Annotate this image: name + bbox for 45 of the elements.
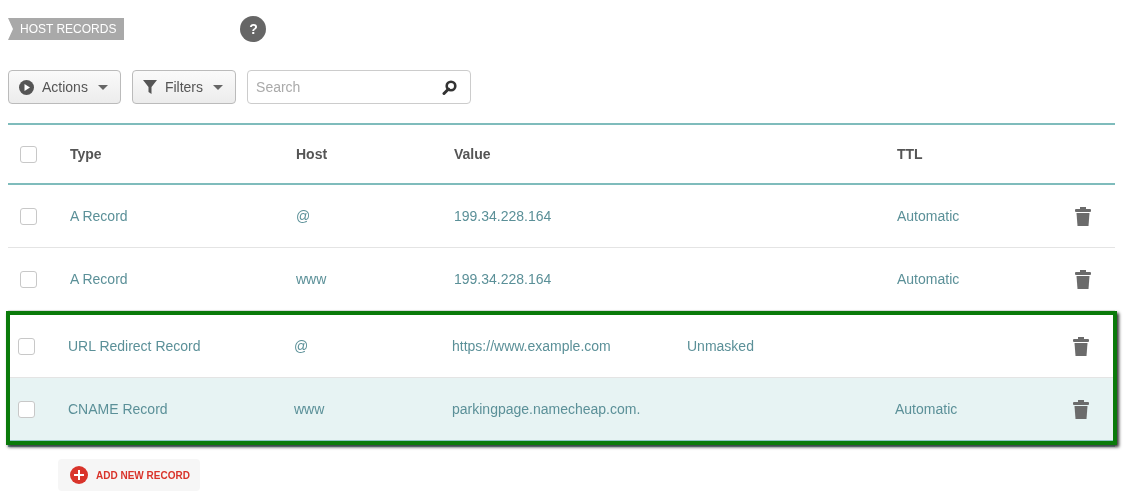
filters-button[interactable]: Filters xyxy=(131,70,237,104)
table-cell-text: @ xyxy=(296,208,312,224)
delete-button[interactable] xyxy=(1073,336,1089,356)
delete-button[interactable] xyxy=(1075,269,1091,289)
column-header: TTL xyxy=(897,146,924,162)
checkbox[interactable] xyxy=(20,270,37,288)
checkbox[interactable] xyxy=(20,145,37,163)
plus-icon xyxy=(70,466,88,484)
table-cell-text: Automatic xyxy=(897,271,961,287)
funnel-icon xyxy=(142,80,157,94)
column-header: Value xyxy=(454,146,492,162)
delete-button[interactable] xyxy=(1073,399,1089,419)
checkbox[interactable] xyxy=(18,400,35,418)
table-cell-text: https://www.example.com xyxy=(452,338,612,354)
trash-icon xyxy=(1073,336,1089,356)
play-icon xyxy=(19,79,34,95)
caret-icon xyxy=(97,84,108,90)
table-cell-text: www xyxy=(294,401,326,417)
trash-icon xyxy=(1073,399,1089,419)
table-cell-text: 199.34.228.164 xyxy=(454,271,553,287)
trash-icon xyxy=(1075,269,1091,289)
table-cell-text: URL Redirect Record xyxy=(68,338,202,354)
table-cell-text: Automatic xyxy=(895,401,959,417)
search-field[interactable]: Search xyxy=(247,70,472,104)
column-header: Host xyxy=(296,146,329,162)
table-cell-text: Automatic xyxy=(897,208,961,224)
column-header: Type xyxy=(70,146,103,162)
table-cell-text: Unmasked xyxy=(687,338,755,354)
actions-button[interactable]: Actions xyxy=(8,70,121,104)
table-cell-text: CNAME Record xyxy=(68,401,169,417)
section-tag: HOST RECORDS xyxy=(8,18,125,40)
table-cell-text: parkingpage.namecheap.com. xyxy=(452,401,642,417)
table-cell-text: @ xyxy=(294,338,310,354)
table-cell-text: A Record xyxy=(70,208,129,224)
checkbox[interactable] xyxy=(20,207,37,225)
help-button[interactable]: ? xyxy=(240,16,267,42)
table-cell-text: www xyxy=(296,271,328,287)
caret-icon xyxy=(213,84,224,90)
add-record-button[interactable]: ADD NEW RECORD xyxy=(58,459,200,491)
checkbox[interactable] xyxy=(18,337,35,355)
table-cell-text: A Record xyxy=(70,271,129,287)
delete-button[interactable] xyxy=(1075,206,1091,226)
search-icon xyxy=(442,80,458,95)
table-cell-text: 199.34.228.164 xyxy=(454,208,553,224)
trash-icon xyxy=(1075,206,1091,226)
